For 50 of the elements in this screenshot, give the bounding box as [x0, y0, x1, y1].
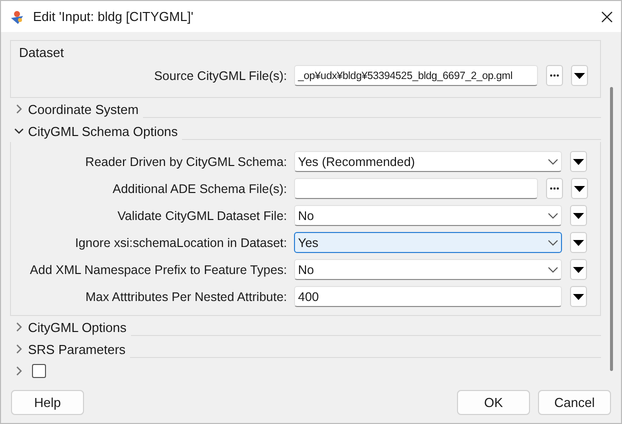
help-button[interactable]: Help: [11, 390, 84, 414]
chevron-down-icon: [548, 266, 558, 272]
dropdown-field[interactable]: No: [294, 259, 562, 280]
file-path-field[interactable]: [294, 178, 538, 199]
caret-icon: [573, 266, 584, 272]
chevron-icon[interactable]: [14, 126, 24, 136]
menu-button[interactable]: [571, 65, 588, 86]
chevron-down-icon: [548, 158, 558, 164]
scrollbar-thumb[interactable]: [610, 87, 612, 371]
field-label: Max Atttributes Per Nested Attribute:: [84, 290, 287, 304]
caret-icon: [573, 158, 584, 164]
field-label: Reader Driven by CityGML Schema:: [84, 154, 287, 168]
ok-button[interactable]: OK: [457, 390, 530, 414]
group-title: Dataset: [18, 44, 65, 62]
dropdown-field[interactable]: Yes: [294, 232, 562, 253]
menu-button[interactable]: [571, 178, 588, 199]
menu-button[interactable]: [570, 151, 587, 172]
browse-button[interactable]: [546, 65, 563, 86]
browse-button[interactable]: [546, 178, 563, 199]
dropdown-field[interactable]: No: [294, 205, 562, 226]
number-field[interactable]: 400: [294, 286, 562, 307]
field-label: Source CityGML File(s):: [153, 68, 287, 82]
caret-icon: [573, 212, 584, 218]
field-label: Ignore xsi:schemaLocation in Dataset:: [74, 236, 287, 250]
caret-icon: [573, 294, 584, 300]
menu-button[interactable]: [570, 232, 587, 253]
field-label: Add XML Namespace Prefix to Feature Types:: [28, 262, 287, 276]
chevron-down-icon: [548, 212, 558, 218]
file-path-field[interactable]: _op¥udx¥bldg¥53394525_bldg_6697_2_op.gml: [294, 65, 538, 86]
close-icon[interactable]: [601, 10, 613, 22]
field-label: Validate CityGML Dataset File:: [116, 208, 287, 222]
caret-icon: [574, 72, 585, 78]
app-icon: [9, 8, 25, 24]
menu-button[interactable]: [570, 286, 587, 307]
checkbox[interactable]: [32, 364, 46, 378]
chevron-down-icon: [548, 240, 558, 246]
menu-button[interactable]: [570, 205, 587, 226]
window-title: Edit 'Input: bldg [CITYGML]': [33, 9, 194, 24]
field-label: Additional ADE Schema File(s):: [112, 182, 287, 196]
section-title[interactable]: CityGML Options: [28, 320, 126, 334]
dropdown-field[interactable]: Yes (Recommended): [294, 151, 562, 172]
cancel-button[interactable]: Cancel: [538, 390, 611, 414]
section-title[interactable]: SRS Parameters: [28, 342, 126, 356]
ellipsis-icon: [550, 187, 559, 190]
section-title[interactable]: CityGML Schema Options: [28, 124, 178, 138]
menu-button[interactable]: [570, 259, 587, 280]
ellipsis-icon: [550, 74, 559, 77]
section-title[interactable]: Coordinate System: [28, 102, 139, 116]
caret-icon: [574, 186, 585, 192]
caret-icon: [573, 240, 584, 246]
